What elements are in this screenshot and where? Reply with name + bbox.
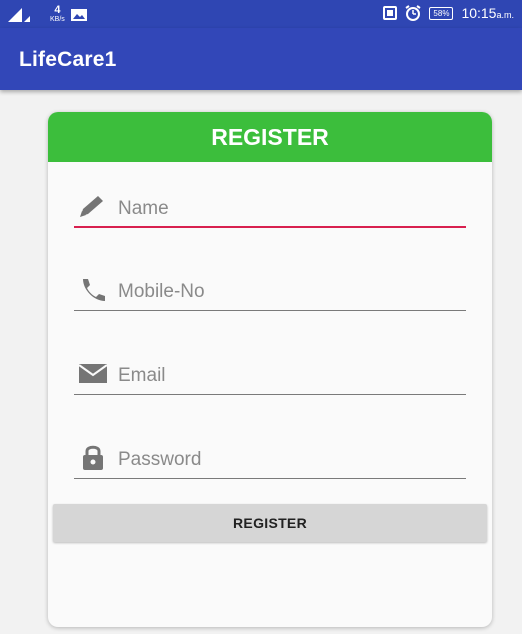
mail-icon bbox=[78, 364, 108, 383]
register-button[interactable]: REGISTER bbox=[53, 504, 487, 542]
phone-icon bbox=[83, 279, 105, 301]
clock: 10:15a.m. bbox=[461, 5, 514, 21]
status-bar: 4 KB/s 58% 10:15a.m. bbox=[0, 0, 522, 28]
network-label: 4 bbox=[54, 4, 61, 16]
email-underline bbox=[74, 394, 466, 395]
password-input[interactable] bbox=[118, 449, 448, 471]
email-field[interactable] bbox=[74, 355, 466, 395]
password-underline bbox=[74, 478, 466, 479]
name-field[interactable] bbox=[74, 188, 466, 228]
password-field[interactable] bbox=[74, 439, 466, 479]
cast-icon bbox=[383, 6, 398, 20]
mobile-underline bbox=[74, 310, 466, 311]
speed-label: KB/s bbox=[50, 16, 65, 23]
network-speed: 4 KB/s bbox=[50, 4, 65, 24]
name-underline bbox=[74, 226, 466, 228]
alarm-icon bbox=[405, 5, 421, 21]
lock-icon bbox=[83, 445, 103, 470]
mobile-input[interactable] bbox=[118, 281, 448, 303]
app-title: LifeCare1 bbox=[19, 48, 117, 71]
pencil-icon bbox=[80, 196, 103, 217]
clock-ampm: a.m. bbox=[496, 10, 514, 20]
name-input[interactable] bbox=[118, 198, 448, 220]
signal-icon bbox=[8, 8, 30, 22]
app-bar: LifeCare1 bbox=[0, 28, 522, 90]
clock-time: 10:15 bbox=[461, 5, 497, 21]
mobile-field[interactable] bbox=[74, 271, 466, 311]
image-icon bbox=[70, 9, 87, 21]
battery-icon: 58% bbox=[429, 6, 454, 20]
email-input[interactable] bbox=[118, 365, 448, 387]
card-header: REGISTER bbox=[48, 112, 492, 162]
battery-level: 58% bbox=[433, 8, 450, 18]
register-card: REGISTER REGISTER bbox=[48, 112, 492, 627]
